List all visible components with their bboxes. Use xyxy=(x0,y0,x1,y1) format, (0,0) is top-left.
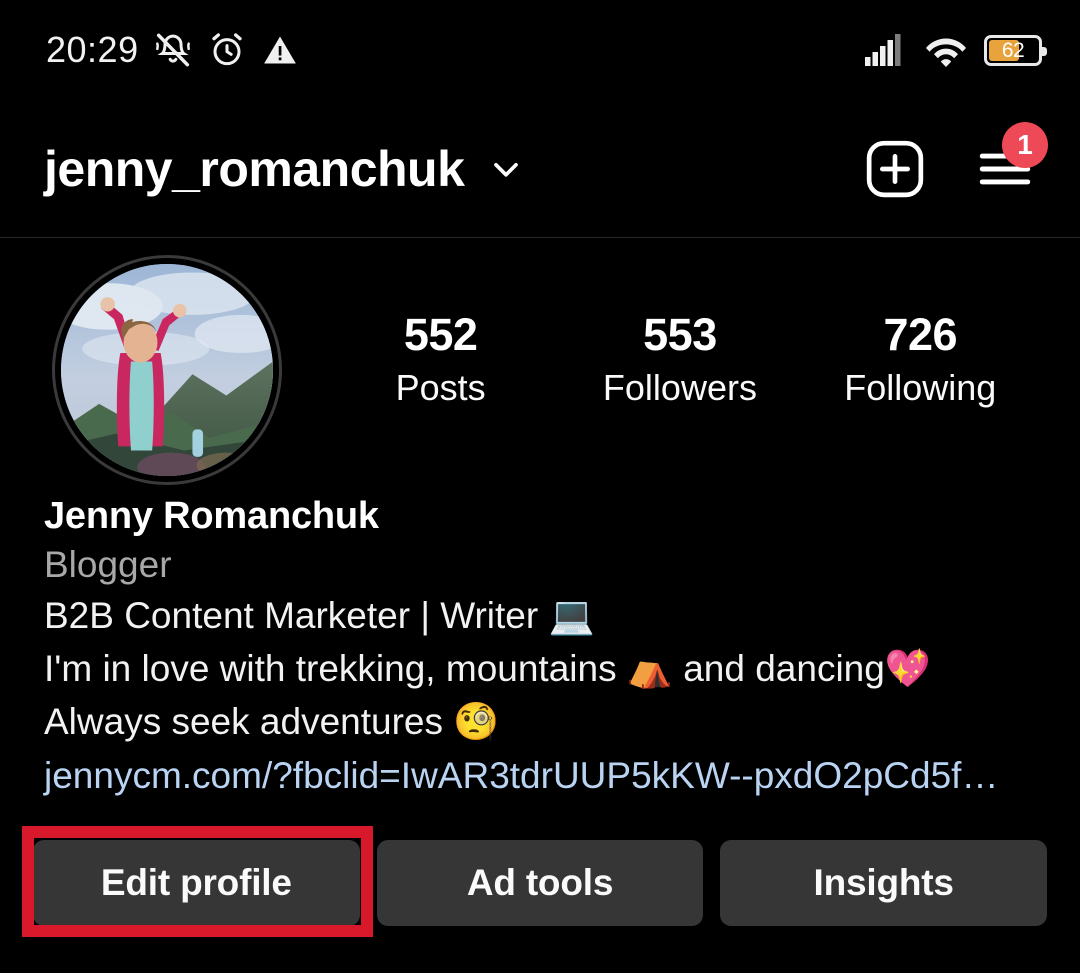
app-header: jenny_romanchuk 1 xyxy=(0,100,1080,237)
stat-posts[interactable]: 552 Posts xyxy=(366,307,516,414)
profile-category: Blogger xyxy=(44,543,172,585)
stat-following[interactable]: 726 Following xyxy=(844,307,996,414)
following-label: Following xyxy=(844,367,997,409)
posts-label: Posts xyxy=(395,367,486,409)
username-label: jenny_romanchuk xyxy=(44,140,465,197)
following-count: 726 xyxy=(883,309,958,360)
ad-tools-button[interactable]: Ad tools xyxy=(376,840,704,926)
posts-count: 552 xyxy=(403,309,478,360)
warning-triangle-icon xyxy=(261,31,299,69)
wifi-icon xyxy=(925,33,967,67)
insights-button[interactable]: Insights xyxy=(720,840,1048,926)
cellular-signal-icon xyxy=(864,33,908,67)
bio-line-1: B2B Content Marketer | Writer 💻 xyxy=(44,594,595,636)
app-header-actions: 1 xyxy=(862,121,1048,202)
status-bar-left: 20:29 xyxy=(46,30,299,70)
profile-bio: Jenny Romanchuk Blogger B2B Content Mark… xyxy=(44,492,1059,802)
avatar-photo xyxy=(61,264,273,476)
instagram-profile-screen: 20:29 62 jenny_romanchuk 1 552 Posts 553… xyxy=(0,0,1080,973)
battery-percent-label: 62 xyxy=(1001,38,1025,62)
status-bar-right: 62 xyxy=(864,33,1047,67)
chevron-down-icon[interactable] xyxy=(486,149,526,189)
menu-notification-badge: 1 xyxy=(1002,121,1048,168)
followers-label: Followers xyxy=(602,367,757,409)
profile-link[interactable]: jennycm.com/?fbclid=IwAR3tdrUUP5kKW--pxd… xyxy=(44,749,1059,802)
profile-stats: 552 Posts 553 Followers 726 Following xyxy=(282,252,1080,414)
avatar-image xyxy=(61,264,273,476)
stat-followers[interactable]: 553 Followers xyxy=(603,307,757,414)
avatar[interactable] xyxy=(52,255,282,485)
plus-square-icon[interactable] xyxy=(862,136,928,202)
profile-action-buttons: Edit profile Ad tools Insights xyxy=(0,840,1080,926)
bio-line-2: I'm in love with trekking, mountains ⛺ a… xyxy=(44,647,931,689)
display-name: Jenny Romanchuk xyxy=(44,495,379,537)
bell-muted-icon xyxy=(153,30,193,70)
username-dropdown[interactable]: jenny_romanchuk xyxy=(44,144,526,194)
profile-summary: 552 Posts 553 Followers 726 Following xyxy=(0,252,1080,487)
header-divider xyxy=(0,237,1080,238)
followers-count: 553 xyxy=(643,309,717,360)
battery-icon: 62 xyxy=(984,34,1047,66)
status-time: 20:29 xyxy=(46,29,139,70)
hamburger-menu-icon[interactable]: 1 xyxy=(974,121,1048,200)
alarm-clock-icon xyxy=(207,30,247,70)
edit-profile-button[interactable]: Edit profile xyxy=(33,840,360,926)
bio-line-3: Always seek adventures 🧐 xyxy=(44,701,500,743)
status-bar: 20:29 62 xyxy=(0,0,1080,100)
